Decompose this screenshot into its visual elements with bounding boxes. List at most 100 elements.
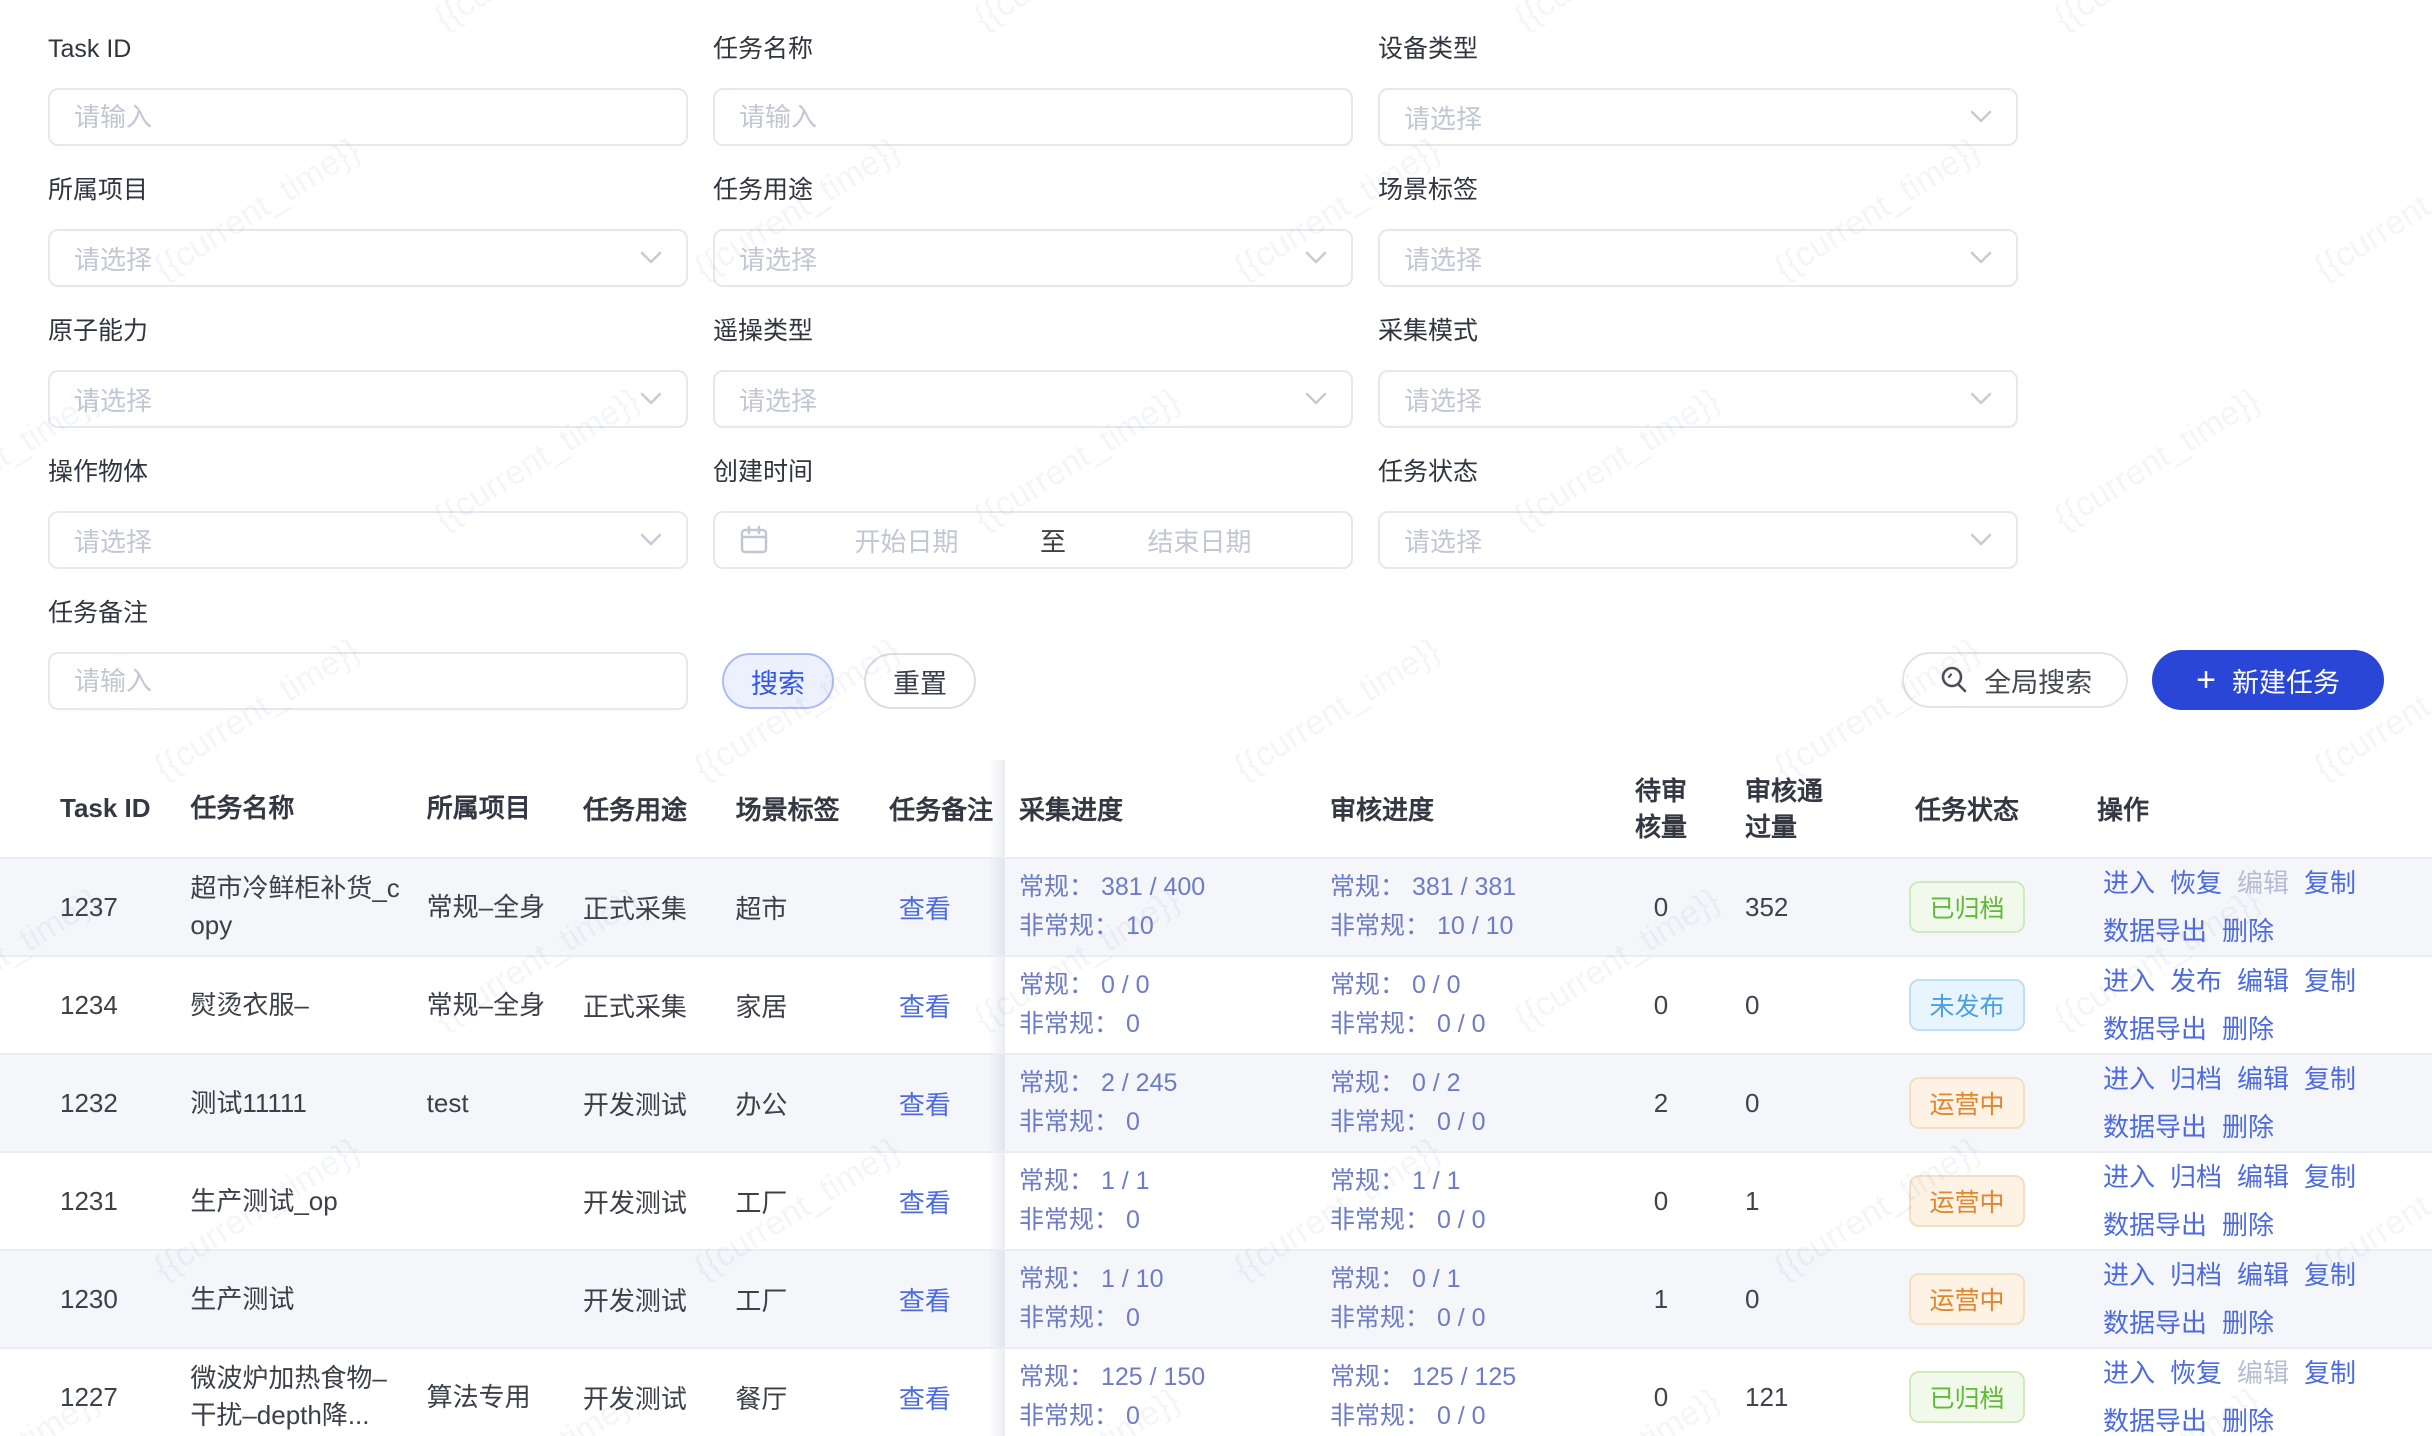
create-time-range-picker[interactable]: 开始日期 至 结束日期: [713, 511, 1353, 569]
cell-purpose: 开发测试: [583, 1349, 736, 1436]
plus-icon: +: [2196, 663, 2216, 697]
cell-scene: 超市: [735, 859, 888, 955]
cell-approved-count: 0: [1715, 1055, 1853, 1151]
cell-task-id: 1231: [0, 1153, 190, 1249]
project-select[interactable]: 请选择: [48, 229, 688, 287]
calendar-icon: [739, 525, 769, 555]
action-link[interactable]: 数据导出: [2103, 1404, 2207, 1436]
cell-actions: 进入归档编辑复制数据导出删除: [2081, 1055, 2432, 1151]
action-link[interactable]: 编辑: [2237, 1062, 2289, 1096]
table-row: 1234 熨烫衣服– 常规–全身 正式采集 家居 查看 常规： 0 / 0非常规…: [0, 955, 2432, 1053]
task-id-input[interactable]: [48, 88, 688, 146]
cell-scene: 工厂: [735, 1153, 888, 1249]
action-link[interactable]: 数据导出: [2103, 1208, 2207, 1242]
action-link[interactable]: 恢复: [2170, 1356, 2222, 1390]
action-link[interactable]: 进入: [2103, 1160, 2155, 1194]
field-label: 任务备注: [48, 598, 688, 628]
cell-project: [427, 1153, 583, 1249]
cell-collect-progress: 常规： 0 / 0非常规： 0: [1005, 957, 1317, 1053]
cell-purpose: 开发测试: [583, 1153, 736, 1249]
chevron-down-icon: [640, 392, 662, 406]
cell-purpose: 开发测试: [583, 1251, 736, 1347]
action-link[interactable]: 复制: [2304, 1258, 2356, 1292]
field-label: 采集模式: [1378, 316, 2018, 346]
cell-purpose: 正式采集: [583, 859, 736, 955]
task-id-input-field[interactable]: [74, 102, 662, 133]
scene-tag-select[interactable]: 请选择: [1378, 229, 2018, 287]
collect-mode-select[interactable]: 请选择: [1378, 370, 2018, 428]
cell-task-id: 1234: [0, 957, 190, 1053]
chevron-down-icon: [640, 533, 662, 547]
cell-actions: 进入发布编辑复制数据导出删除: [2081, 957, 2432, 1053]
cell-approved-count: 0: [1715, 957, 1853, 1053]
task-name-input-field[interactable]: [739, 102, 1327, 133]
new-task-label: 新建任务: [2232, 661, 2340, 700]
cell-review-progress: 常规： 0 / 1非常规： 0 / 0: [1317, 1251, 1607, 1347]
task-remark-input[interactable]: [48, 652, 688, 710]
action-link[interactable]: 数据导出: [2103, 1306, 2207, 1340]
action-link[interactable]: 删除: [2222, 1208, 2274, 1242]
action-link[interactable]: 删除: [2222, 1306, 2274, 1340]
action-link[interactable]: 复制: [2304, 1356, 2356, 1390]
teleop-type-select[interactable]: 请选择: [713, 370, 1353, 428]
view-remark-link[interactable]: 查看: [899, 1183, 951, 1220]
action-link[interactable]: 数据导出: [2103, 1110, 2207, 1144]
view-remark-link[interactable]: 查看: [899, 1281, 951, 1318]
task-status-select[interactable]: 请选择: [1378, 511, 2018, 569]
atomic-ability-select[interactable]: 请选择: [48, 370, 688, 428]
action-link[interactable]: 归档: [2170, 1258, 2222, 1292]
action-link[interactable]: 进入: [2103, 1258, 2155, 1292]
cell-approved-count: 0: [1715, 1251, 1853, 1347]
action-link[interactable]: 编辑: [2237, 1258, 2289, 1292]
action-link[interactable]: 数据导出: [2103, 914, 2207, 948]
new-task-button[interactable]: + 新建任务: [2152, 650, 2384, 710]
purpose-select[interactable]: 请选择: [713, 229, 1353, 287]
action-link[interactable]: 编辑: [2237, 964, 2289, 998]
action-link[interactable]: 进入: [2103, 866, 2155, 900]
end-date-input[interactable]: 结束日期: [1072, 522, 1327, 559]
action-link[interactable]: 复制: [2304, 964, 2356, 998]
cell-project: 常规–全身: [427, 957, 583, 1053]
action-link[interactable]: 归档: [2170, 1062, 2222, 1096]
action-link[interactable]: 复制: [2304, 1160, 2356, 1194]
start-date-input[interactable]: 开始日期: [779, 522, 1034, 559]
filter-field-task-remark: 任务备注: [48, 598, 688, 710]
table-row: 1237 超市冷鲜柜补货_copy 常规–全身 正式采集 超市 查看 常规： 3…: [0, 857, 2432, 955]
action-link[interactable]: 归档: [2170, 1160, 2222, 1194]
action-link[interactable]: 删除: [2222, 1404, 2274, 1436]
view-remark-link[interactable]: 查看: [899, 987, 951, 1024]
cell-pending-count: 1: [1607, 1251, 1715, 1347]
action-link[interactable]: 复制: [2304, 1062, 2356, 1096]
search-icon: [1938, 664, 1970, 696]
view-remark-link[interactable]: 查看: [899, 1085, 951, 1122]
action-link[interactable]: 恢复: [2170, 866, 2222, 900]
column-header-name: 任务名称: [190, 760, 426, 857]
global-search-button[interactable]: 全局搜索: [1902, 652, 2128, 708]
action-link[interactable]: 进入: [2103, 1062, 2155, 1096]
chevron-down-icon: [640, 251, 662, 265]
action-link[interactable]: 编辑: [2237, 1160, 2289, 1194]
action-link[interactable]: 删除: [2222, 914, 2274, 948]
target-object-select[interactable]: 请选择: [48, 511, 688, 569]
action-link[interactable]: 数据导出: [2103, 1012, 2207, 1046]
search-button[interactable]: 搜索: [722, 653, 834, 709]
view-remark-link[interactable]: 查看: [899, 889, 951, 926]
action-link[interactable]: 进入: [2103, 964, 2155, 998]
table-header: Task ID 任务名称 所属项目 任务用途 场景标签 任务备注 采集进度 审核…: [0, 760, 2432, 857]
column-header-status: 任务状态: [1853, 760, 2081, 857]
action-link[interactable]: 进入: [2103, 1356, 2155, 1390]
field-label: 任务名称: [713, 34, 1353, 64]
device-type-select[interactable]: 请选择: [1378, 88, 2018, 146]
action-link[interactable]: 发布: [2170, 964, 2222, 998]
cell-task-name: 生产测试_op: [190, 1153, 426, 1249]
task-remark-input-field[interactable]: [74, 666, 662, 697]
cell-review-progress: 常规： 381 / 381非常规： 10 / 10: [1317, 859, 1607, 955]
reset-button[interactable]: 重置: [864, 653, 976, 709]
cell-actions: 进入恢复编辑复制数据导出删除: [2081, 1349, 2432, 1436]
action-link[interactable]: 复制: [2304, 866, 2356, 900]
view-remark-link[interactable]: 查看: [899, 1379, 951, 1416]
action-link: 编辑: [2237, 866, 2289, 900]
action-link[interactable]: 删除: [2222, 1110, 2274, 1144]
action-link[interactable]: 删除: [2222, 1012, 2274, 1046]
task-name-input[interactable]: [713, 88, 1353, 146]
